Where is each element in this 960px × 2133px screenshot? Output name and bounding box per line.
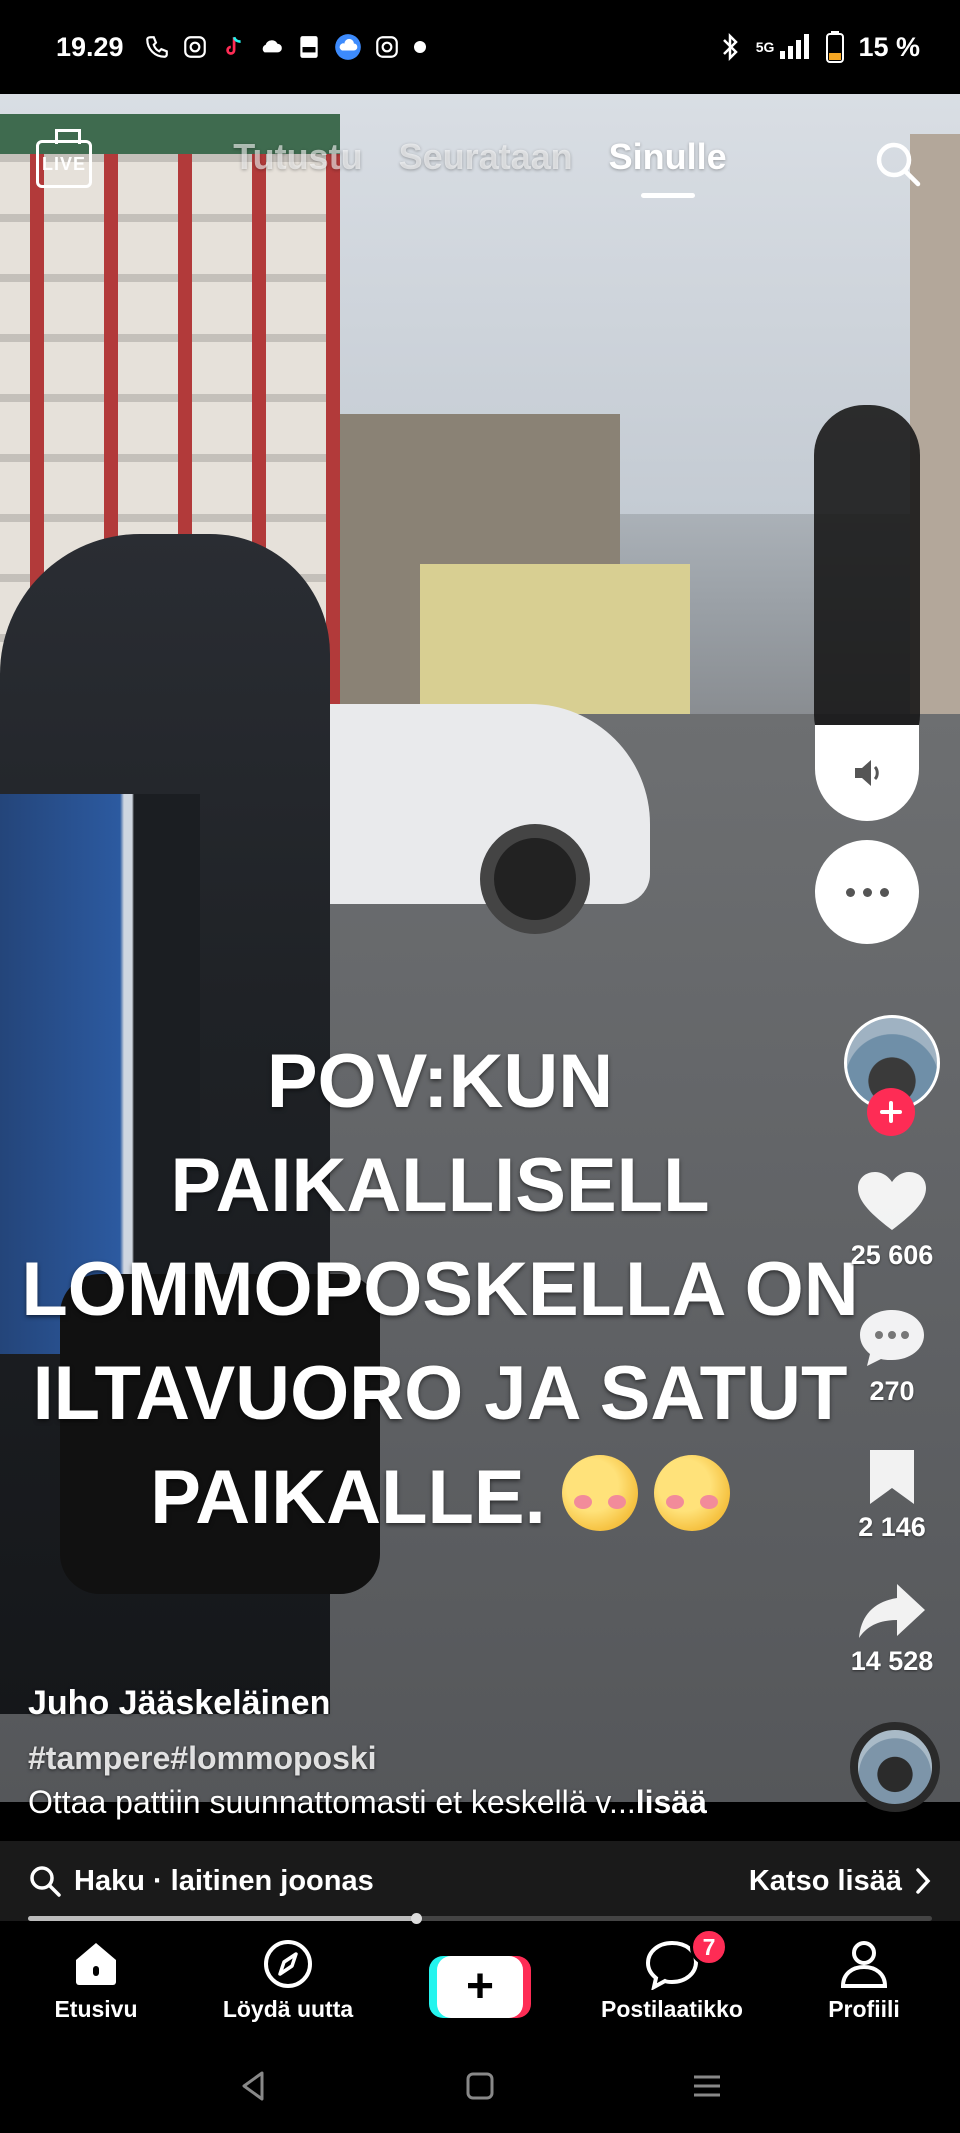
battery-icon bbox=[826, 31, 845, 63]
network-type: 5G bbox=[755, 39, 775, 55]
nav-inbox-label: Postilaatikko bbox=[601, 1996, 743, 2022]
nav-discover[interactable]: Löydä uutta bbox=[192, 1924, 384, 2039]
heart-icon bbox=[858, 1172, 926, 1230]
signal-icon bbox=[780, 34, 810, 59]
pdf-icon bbox=[299, 36, 318, 58]
nav-home[interactable]: Etusivu bbox=[0, 1924, 192, 2039]
see-more-link[interactable]: Katso lisää bbox=[749, 1865, 932, 1898]
save-count: 2 146 bbox=[858, 1512, 926, 1542]
post-description[interactable]: Ottaa pattiin suunnattomasti et keskellä… bbox=[28, 1784, 707, 1821]
tab-sinulle[interactable]: Sinulle bbox=[609, 136, 727, 198]
notification-icons bbox=[144, 33, 428, 61]
read-more-link[interactable]: lisää bbox=[636, 1784, 707, 1820]
dot-icon bbox=[845, 887, 855, 897]
share-count: 14 528 bbox=[850, 1646, 934, 1676]
bottom-nav: Etusivu Löydä uutta + 7 Postilaatikko Pr… bbox=[0, 1924, 960, 2039]
comment-count: 270 bbox=[869, 1376, 915, 1406]
nav-inbox[interactable]: 7 Postilaatikko bbox=[576, 1924, 768, 2039]
share-button[interactable]: 14 528 bbox=[836, 1580, 948, 1677]
chevron-right-icon bbox=[916, 1868, 931, 1894]
search-icon[interactable] bbox=[872, 138, 924, 190]
more-options-button[interactable] bbox=[815, 840, 919, 944]
volume-slider[interactable] bbox=[814, 405, 920, 765]
nav-profile[interactable]: Profiili bbox=[768, 1924, 960, 2039]
caption-line: POV:KUN PAIKALLISELL bbox=[170, 1039, 710, 1228]
search-icon bbox=[30, 1866, 61, 1897]
share-icon bbox=[859, 1584, 925, 1638]
tab-seurataan[interactable]: Seurataan bbox=[399, 136, 573, 178]
see-more-label: Katso lisää bbox=[748, 1864, 902, 1897]
description-text: Ottaa pattiin suunnattomasti et keskellä… bbox=[28, 1784, 636, 1820]
bookmark-icon bbox=[870, 1450, 914, 1504]
status-time: 19.29 bbox=[56, 31, 124, 62]
nav-home-label: Etusivu bbox=[54, 1996, 138, 2022]
woozy-face-emoji-icon bbox=[561, 1455, 638, 1531]
playback-progress-fill bbox=[28, 1913, 422, 1924]
comment-button[interactable]: 270 bbox=[836, 1306, 948, 1407]
woozy-face-emoji-icon bbox=[653, 1455, 730, 1531]
compass-icon bbox=[264, 1940, 312, 1988]
dot-icon bbox=[862, 887, 872, 897]
hashtags[interactable]: #tampere#lommoposki bbox=[28, 1740, 377, 1777]
instagram-icon bbox=[183, 36, 206, 58]
dot-icon bbox=[413, 41, 426, 53]
plus-icon: + bbox=[437, 1956, 523, 2018]
home-circle-icon[interactable] bbox=[463, 2069, 497, 2103]
inbox-badge: 7 bbox=[690, 1928, 728, 1966]
comment-icon bbox=[860, 1310, 924, 1366]
nav-discover-label: Löydä uutta bbox=[222, 1996, 354, 2022]
system-nav-bar bbox=[0, 2039, 960, 2133]
bluetooth-icon bbox=[722, 32, 738, 62]
save-button[interactable]: 2 146 bbox=[836, 1446, 948, 1543]
tab-tutustu[interactable]: Tutustu bbox=[233, 136, 362, 178]
video-car-wheel bbox=[480, 824, 590, 934]
author-name[interactable]: Juho Jääskeläinen bbox=[28, 1684, 330, 1723]
back-icon[interactable] bbox=[236, 2069, 270, 2103]
battery-percent: 15 % bbox=[858, 31, 920, 62]
cloud-icon bbox=[262, 40, 282, 53]
phone-icon bbox=[145, 36, 168, 58]
weather-icon bbox=[334, 34, 361, 60]
plus-icon bbox=[880, 1101, 902, 1123]
instagram-icon bbox=[375, 36, 398, 58]
video-caption: POV:KUN PAIKALLISELL LOMMOPOSKELLA ON IL… bbox=[10, 1030, 870, 1550]
like-button[interactable]: 25 606 bbox=[836, 1170, 948, 1271]
person-icon bbox=[840, 1941, 888, 1988]
caption-line: LOMMOPOSKELLA ON bbox=[21, 1247, 859, 1332]
caption-line: ILTAVUORO JA SATUT bbox=[32, 1351, 848, 1436]
nav-profile-label: Profiili bbox=[828, 1996, 900, 2022]
status-bar: 19.29 5G 15 % bbox=[0, 0, 960, 94]
speaker-icon bbox=[855, 760, 879, 786]
feed-tabs: Tutustu Seurataan Sinulle bbox=[0, 136, 960, 198]
tiktok-icon bbox=[225, 36, 241, 55]
suggested-query: Haku · laitinen joonas bbox=[74, 1864, 374, 1897]
sound-disc[interactable] bbox=[850, 1722, 940, 1812]
create-button[interactable]: + bbox=[429, 1956, 531, 2018]
video-building bbox=[420, 564, 690, 714]
home-icon bbox=[76, 1943, 116, 1985]
caption-line-last: PAIKALLE. bbox=[10, 1446, 870, 1550]
like-count: 25 606 bbox=[850, 1240, 934, 1270]
nav-create[interactable]: + bbox=[384, 1924, 576, 2039]
search-suggestion-bar[interactable]: Haku · laitinen joonas Katso lisää bbox=[0, 1841, 960, 1921]
dot-icon bbox=[879, 887, 889, 897]
follow-button[interactable] bbox=[867, 1088, 915, 1136]
recents-icon[interactable] bbox=[690, 2069, 724, 2103]
playback-progress-bar[interactable] bbox=[28, 1913, 932, 1924]
